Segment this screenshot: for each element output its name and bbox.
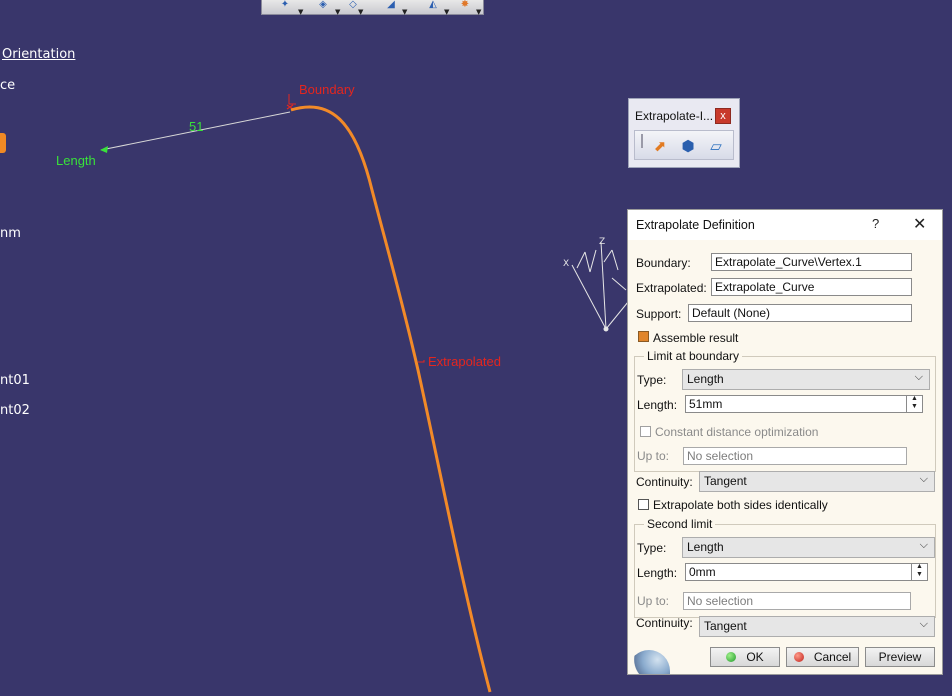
- extrapolate-toolbar: Extrapolate-I... x ⬈ ⬢ ▱: [628, 98, 740, 168]
- upto-label: Up to:: [637, 449, 670, 463]
- boundary-leader: [288, 94, 296, 105]
- continuity2-select-value: Tangent: [704, 619, 747, 633]
- extrapolate-icon[interactable]: ⬈: [649, 137, 671, 157]
- globe-icon: [628, 650, 670, 674]
- type2-select-value: Length: [687, 540, 724, 554]
- dialog-titlebar[interactable]: Extrapolate Definition ? ✕: [628, 210, 942, 240]
- length2-label: Length:: [637, 566, 678, 580]
- boundary-label: Boundary:: [636, 256, 691, 270]
- length-value: 51mm: [689, 397, 723, 411]
- both-sides-checkbox[interactable]: [638, 499, 649, 510]
- axis-x-label: X: [563, 259, 569, 269]
- continuity-select-value: Tangent: [704, 474, 747, 488]
- close-icon[interactable]: x: [715, 108, 731, 124]
- cancel-icon: [793, 652, 804, 662]
- assemble-label: Assemble result: [653, 331, 739, 345]
- compass-icon: [571, 241, 629, 332]
- length2-spinner[interactable]: ▲ ▼: [911, 564, 927, 580]
- length2-field[interactable]: 0mm ▲ ▼: [685, 563, 928, 581]
- spin-up-icon[interactable]: ▲: [907, 396, 922, 403]
- toolbar-bar: ⬈ ⬢ ▱: [634, 130, 734, 160]
- assemble-checkbox[interactable]: [638, 331, 649, 342]
- upto-field[interactable]: No selection: [683, 447, 907, 465]
- type-select[interactable]: Length ⌵: [682, 369, 930, 390]
- limit-group-title: Limit at boundary: [644, 349, 743, 363]
- upto2-field[interactable]: No selection: [683, 592, 911, 610]
- type2-label: Type:: [637, 541, 667, 555]
- constant-distance-label: Constant distance optimization: [655, 425, 819, 439]
- continuity-select[interactable]: Tangent ⌵: [699, 471, 935, 492]
- continuity-label: Continuity:: [636, 475, 693, 489]
- length-label: Length:: [637, 398, 678, 412]
- type-select-value: Length: [687, 372, 724, 386]
- extrapolate-definition-dialog: Extrapolate Definition ? ✕ Boundary: Ext…: [627, 209, 943, 675]
- cancel-label: Cancel: [813, 650, 852, 664]
- length-field[interactable]: 51mm ▲ ▼: [685, 395, 923, 413]
- constant-distance-checkbox[interactable]: [640, 426, 651, 437]
- extrapolated-leader: [418, 360, 425, 363]
- extrapolated-label: Extrapolated:: [636, 281, 707, 295]
- length-value-annotation[interactable]: 51: [189, 119, 203, 134]
- extrapolated-field[interactable]: Extrapolate_Curve: [711, 278, 912, 296]
- support-label: Support:: [636, 307, 682, 321]
- cancel-button[interactable]: Cancel: [786, 647, 859, 667]
- chevron-down-icon[interactable]: ⌵: [920, 473, 928, 486]
- extrapolated-curve: [290, 105, 492, 693]
- spin-up-icon[interactable]: ▲: [912, 564, 927, 571]
- chevron-down-icon[interactable]: ⌵: [915, 371, 923, 384]
- ok-label: OK: [746, 650, 764, 664]
- preview-button[interactable]: Preview: [865, 647, 935, 667]
- type-label: Type:: [637, 373, 667, 387]
- length2-value: 0mm: [689, 565, 716, 579]
- toolbar-title: Extrapolate-I...: [635, 109, 714, 123]
- length-arrow-icon: [100, 146, 108, 153]
- boundary-field[interactable]: Extrapolate_Curve\Vertex.1: [711, 253, 912, 271]
- extrapolated-annotation[interactable]: Extrapolated: [428, 354, 501, 369]
- axis-z-label: Z: [599, 237, 605, 247]
- ok-button[interactable]: OK: [710, 647, 780, 667]
- help-icon[interactable]: ?: [872, 216, 879, 231]
- both-sides-label: Extrapolate both sides identically: [653, 498, 828, 512]
- support-field[interactable]: Default (None): [688, 304, 912, 322]
- close-icon[interactable]: ✕: [913, 214, 926, 234]
- continuity2-select[interactable]: Tangent ⌵: [699, 616, 935, 637]
- dialog-title: Extrapolate Definition: [636, 218, 755, 232]
- length-spinner[interactable]: ▲ ▼: [906, 396, 922, 412]
- toolbar-separator: [641, 134, 643, 148]
- length-annotation[interactable]: Length: [56, 153, 96, 168]
- ok-icon: [726, 652, 737, 662]
- spin-down-icon[interactable]: ▼: [907, 403, 922, 411]
- second-limit-title: Second limit: [644, 517, 716, 531]
- continuity2-label: Continuity:: [636, 616, 693, 630]
- type2-select[interactable]: Length ⌵: [682, 537, 935, 558]
- spin-down-icon[interactable]: ▼: [912, 571, 927, 579]
- surface-icon[interactable]: ▱: [705, 137, 727, 157]
- chevron-down-icon[interactable]: ⌵: [920, 539, 928, 552]
- boundary-annotation[interactable]: Boundary: [299, 82, 355, 97]
- chevron-down-icon[interactable]: ⌵: [920, 618, 928, 631]
- upto2-label: Up to:: [637, 594, 670, 608]
- join-icon[interactable]: ⬢: [677, 137, 699, 157]
